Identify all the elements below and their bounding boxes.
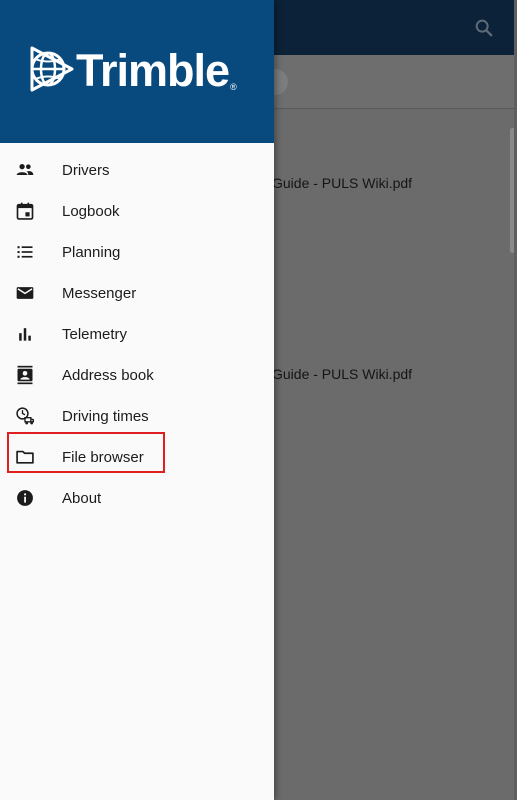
registered-mark: ® — [230, 82, 237, 92]
globe-icon — [30, 46, 74, 92]
menu-item-about[interactable]: About — [0, 478, 274, 519]
menu-item-logbook[interactable]: Logbook — [0, 191, 274, 232]
search-icon[interactable] — [473, 17, 495, 39]
calendar-icon — [15, 201, 35, 221]
drawer-menu: Drivers Logbook Planning Messenger Telem — [0, 150, 274, 519]
menu-item-drivers[interactable]: Drivers — [0, 150, 274, 191]
menu-item-planning[interactable]: Planning — [0, 232, 274, 273]
mail-icon — [15, 283, 35, 303]
list-icon — [15, 242, 35, 262]
menu-item-label: Address book — [62, 367, 154, 384]
trimble-logo: Trimble ® — [28, 44, 237, 96]
truck-clock-icon — [15, 406, 35, 426]
menu-item-label: Messenger — [62, 285, 137, 302]
menu-item-address-book[interactable]: Address book — [0, 355, 274, 396]
menu-item-label: Drivers — [62, 162, 110, 179]
menu-item-label: About — [62, 490, 102, 507]
file-item[interactable]: Guide - PULS Wiki.pdf — [272, 366, 412, 382]
brand-name: Trimble — [76, 44, 230, 96]
menu-item-label: Logbook — [62, 203, 120, 220]
menu-item-label: File browser — [62, 449, 144, 466]
menu-item-file-browser[interactable]: File browser — [0, 432, 274, 478]
info-icon — [15, 488, 35, 508]
menu-item-label: Driving times — [62, 408, 149, 425]
menu-item-telemetry[interactable]: Telemetry — [0, 314, 274, 355]
menu-item-driving-times[interactable]: Driving times — [0, 396, 274, 437]
file-item[interactable]: Guide - PULS Wiki.pdf — [272, 175, 412, 191]
drawer-header: Trimble ® — [0, 0, 274, 143]
folder-icon — [15, 447, 35, 467]
menu-item-label: Planning — [62, 244, 121, 261]
contacts-icon — [15, 365, 35, 385]
people-icon — [15, 160, 35, 180]
menu-item-label: Telemetry — [62, 326, 128, 343]
bar-chart-icon — [15, 324, 35, 344]
navigation-drawer: Trimble ® Drivers Logbook Planning Messe… — [0, 0, 274, 800]
menu-item-messenger[interactable]: Messenger — [0, 273, 274, 314]
